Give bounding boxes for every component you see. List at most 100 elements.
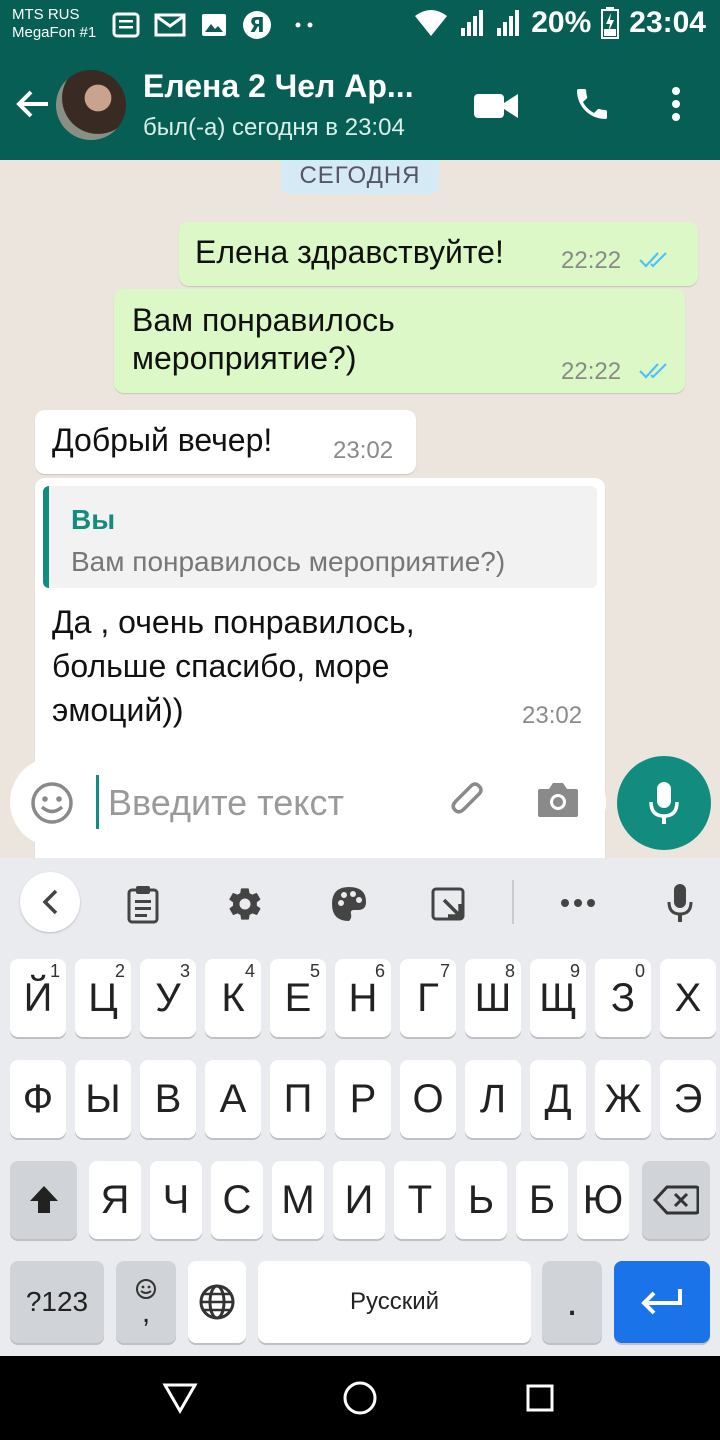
enter-arrow-icon xyxy=(641,1289,682,1315)
key-label: Р xyxy=(349,1076,377,1121)
soft-keyboard[interactable]: Й1Ц2У3К4Е5Н6Г7Ш8Щ9З0Х ФЫВАПРОЛДЖЭ ЯЧСМИТ… xyxy=(0,858,720,1356)
key-label: М xyxy=(281,1177,315,1222)
key[interactable]: Д xyxy=(530,1060,586,1138)
message-bubble-outgoing[interactable]: Вам понравилось мероприятие?) 22:22 xyxy=(114,289,685,393)
voice-mic-icon[interactable] xyxy=(666,882,694,924)
key[interactable]: Ц2 xyxy=(75,959,131,1037)
message-text-line: мероприятие?) xyxy=(132,340,357,376)
key[interactable]: М xyxy=(272,1161,324,1239)
shift-arrow-icon xyxy=(29,1186,58,1213)
key[interactable]: Т xyxy=(394,1161,446,1239)
back-arrow-icon[interactable] xyxy=(14,86,50,122)
key-label: Й xyxy=(23,975,53,1020)
video-call-icon[interactable] xyxy=(474,92,518,120)
numbers-key[interactable]: ?123 xyxy=(10,1261,104,1343)
enter-key[interactable] xyxy=(614,1261,710,1343)
more-dots-icon[interactable] xyxy=(560,898,596,908)
key[interactable]: В xyxy=(140,1060,196,1138)
key-label: А xyxy=(219,1076,247,1121)
message-composer[interactable] xyxy=(10,757,606,847)
key-label: Ф xyxy=(22,1076,54,1121)
key[interactable]: И xyxy=(333,1161,385,1239)
date-chip: СЕГОДНЯ xyxy=(281,160,439,194)
menu-dots-icon[interactable] xyxy=(670,86,682,122)
key-hint: 2 xyxy=(114,961,125,981)
backspace-key[interactable] xyxy=(642,1161,710,1239)
key[interactable]: З0 xyxy=(595,959,651,1037)
emoji-comma-key[interactable]: , xyxy=(116,1261,176,1343)
key[interactable]: Й1 xyxy=(10,959,66,1037)
key[interactable]: Ж xyxy=(595,1060,651,1138)
key[interactable]: Р xyxy=(335,1060,391,1138)
key-label: Е xyxy=(284,975,312,1020)
message-time: 23:02 xyxy=(333,437,394,464)
carrier-1: MTS RUS xyxy=(12,6,80,23)
keyboard-back-button[interactable] xyxy=(20,872,80,932)
clipboard-icon[interactable] xyxy=(126,884,160,924)
message-bubble-incoming[interactable]: Добрый вечер! 23:02 xyxy=(35,410,416,474)
key[interactable]: К4 xyxy=(205,959,261,1037)
key[interactable]: Л xyxy=(465,1060,521,1138)
camera-icon[interactable] xyxy=(536,781,580,819)
key[interactable]: О xyxy=(400,1060,456,1138)
avatar[interactable] xyxy=(56,70,126,140)
message-input[interactable] xyxy=(108,775,428,831)
contact-name[interactable]: Елена 2 Чел Ар... xyxy=(143,68,414,105)
shift-key[interactable] xyxy=(10,1161,77,1239)
resize-icon[interactable] xyxy=(430,886,466,922)
yandex-icon: Я xyxy=(243,11,271,39)
key-label: Ц xyxy=(88,975,118,1020)
key[interactable]: А xyxy=(205,1060,261,1138)
key-label: Э xyxy=(673,1076,703,1121)
toolbar-divider xyxy=(512,880,514,924)
text-caret xyxy=(96,775,99,829)
read-ticks-icon xyxy=(639,252,667,268)
emoji-icon[interactable] xyxy=(30,781,74,825)
message-bubble-outgoing[interactable]: Елена здравствуйте! 22:22 xyxy=(179,222,698,286)
reply-text: Вам понравилось мероприятие?) xyxy=(71,546,506,577)
key[interactable]: Г7 xyxy=(400,959,456,1037)
message-time: 22:22 xyxy=(561,247,622,274)
message-text-line: Вам понравилось xyxy=(132,302,395,338)
quoted-reply[interactable]: Вы Вам понравилось мероприятие?) xyxy=(43,486,597,588)
palette-icon[interactable] xyxy=(330,885,368,923)
key-hint: 7 xyxy=(439,961,450,981)
nav-recents-icon[interactable] xyxy=(526,1384,554,1412)
message-text-line: Да , очень понравилось, xyxy=(52,604,415,640)
key[interactable]: Ы xyxy=(75,1060,131,1138)
signal-icon xyxy=(461,10,484,36)
key-label: Ш xyxy=(474,975,512,1020)
key[interactable]: Щ9 xyxy=(530,959,586,1037)
key[interactable]: С xyxy=(211,1161,263,1239)
nav-home-icon[interactable] xyxy=(342,1380,378,1416)
phone-icon[interactable] xyxy=(572,84,612,124)
key-hint: 9 xyxy=(569,961,580,981)
key-label: С xyxy=(222,1177,252,1222)
attach-icon[interactable] xyxy=(446,779,492,825)
language-key[interactable] xyxy=(188,1261,246,1343)
period-key[interactable]: . xyxy=(542,1261,602,1343)
nav-back-icon[interactable] xyxy=(162,1382,198,1414)
settings-gear-icon[interactable] xyxy=(226,885,264,923)
key[interactable]: Ь xyxy=(455,1161,507,1239)
key[interactable]: Б xyxy=(516,1161,568,1239)
key-label: З xyxy=(610,975,636,1020)
chevron-left-icon xyxy=(42,889,58,915)
space-key[interactable]: Русский xyxy=(258,1261,531,1343)
key[interactable]: Н6 xyxy=(335,959,391,1037)
key[interactable]: Х xyxy=(660,959,716,1037)
key[interactable]: Я xyxy=(89,1161,141,1239)
key[interactable]: Ч xyxy=(150,1161,202,1239)
key[interactable]: Ф xyxy=(10,1060,66,1138)
key[interactable]: У3 xyxy=(140,959,196,1037)
key[interactable]: Е5 xyxy=(270,959,326,1037)
key[interactable]: Э xyxy=(660,1060,716,1138)
key-hint: 8 xyxy=(504,961,515,981)
key[interactable]: П xyxy=(270,1060,326,1138)
key[interactable]: Ю xyxy=(577,1161,629,1239)
message-text-line: больше спасибо, море xyxy=(52,648,390,684)
chat-area[interactable]: СЕГОДНЯ Елена здравствуйте! 22:22 Вам по… xyxy=(0,160,720,860)
voice-message-button[interactable] xyxy=(617,756,711,850)
key[interactable]: Ш8 xyxy=(465,959,521,1037)
key-hint: 4 xyxy=(244,961,255,981)
